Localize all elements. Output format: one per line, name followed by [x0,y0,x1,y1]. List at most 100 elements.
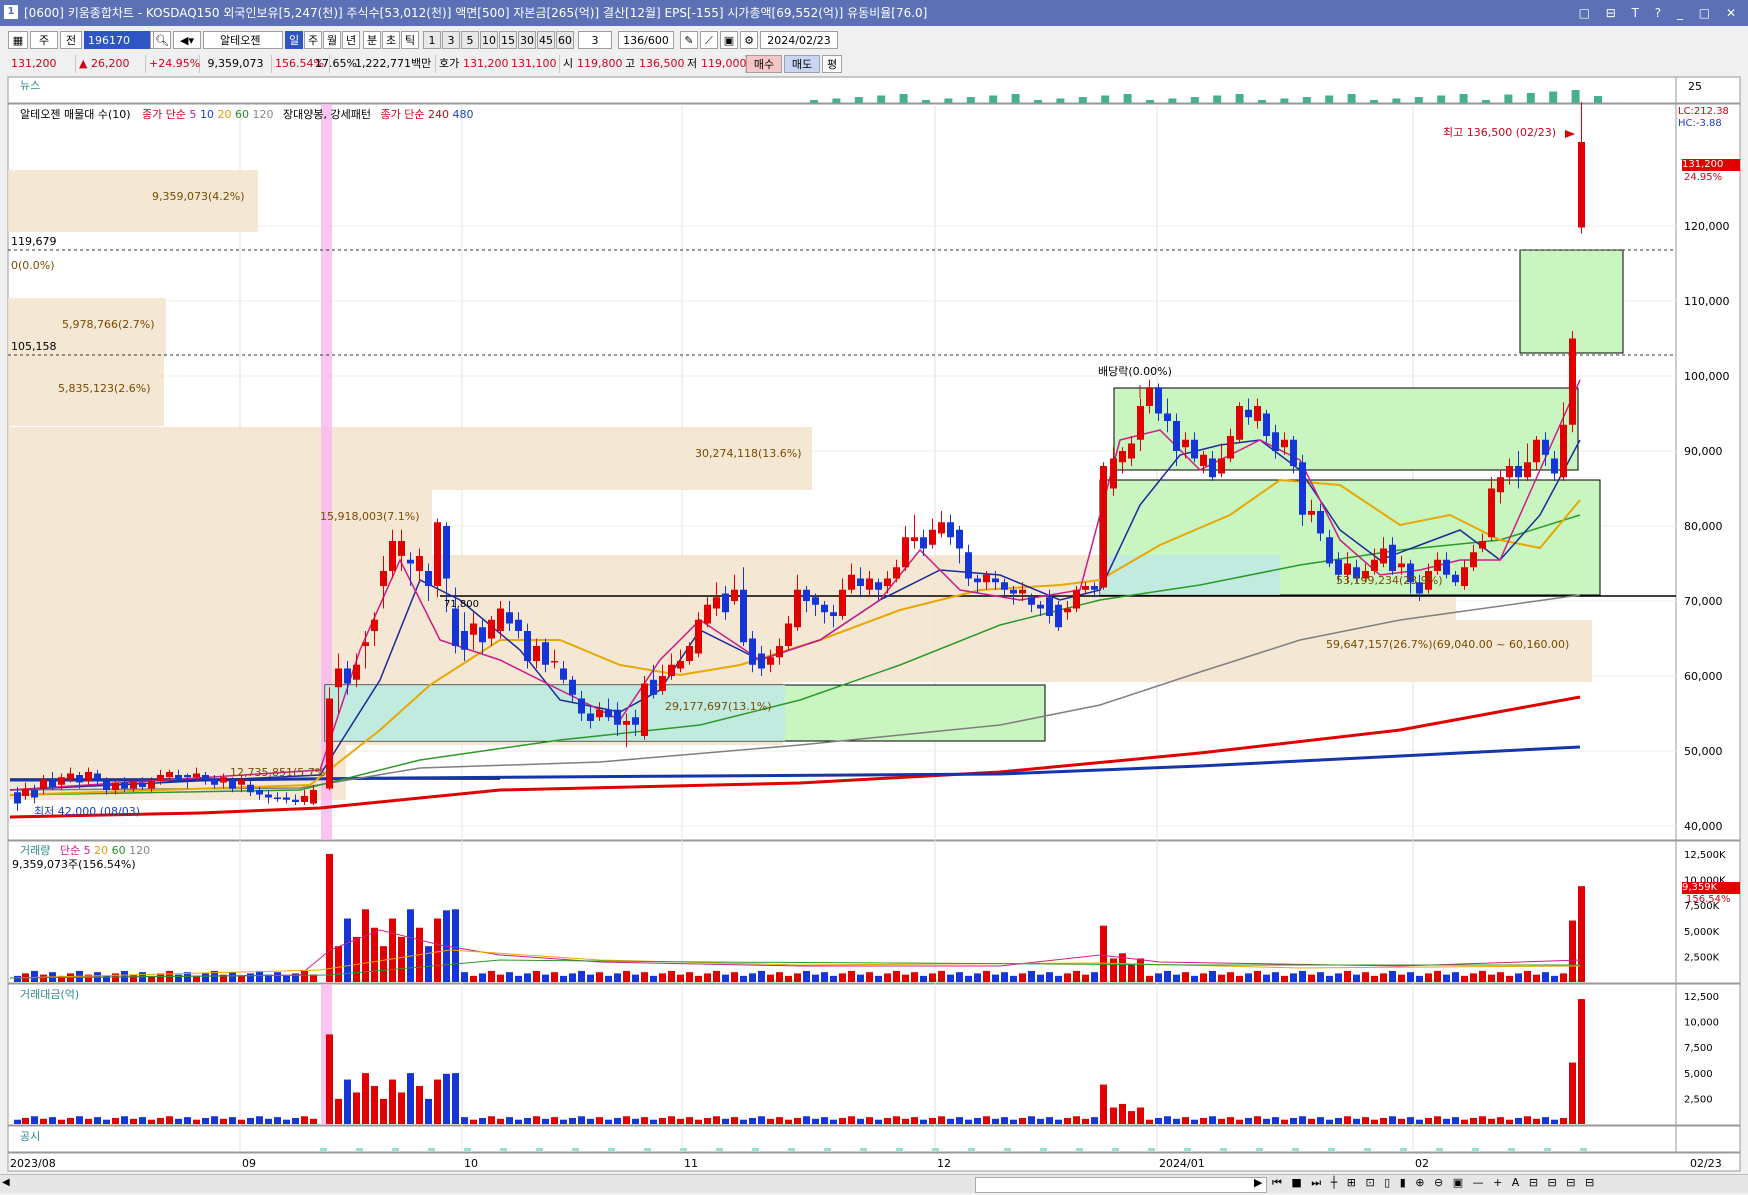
volume-bar [641,972,648,982]
ma-5: 5 [189,108,197,121]
period-day[interactable]: 일 [285,31,303,49]
ma-10: 10 [200,108,215,121]
amount-bar [1272,1117,1279,1124]
chart-nav-controls[interactable]: ▶ ⏮ ■ ⏭ ┼ ⊞ ⊡ ▯ ▮ ⊕ ⊖ ▣ — + A ⊟ ⊟ ⊟ ⊟ [1254,1176,1597,1190]
volume-bar [1200,973,1207,982]
volume-bar [1037,974,1044,982]
amount-bar [839,1117,846,1124]
amount-bar [668,1116,675,1124]
amount-bar [758,1116,765,1124]
amount-bar [632,1118,639,1124]
amount-bar [1155,1117,1162,1124]
minute-45[interactable]: 45 [537,31,555,49]
minute-30[interactable]: 30 [518,31,536,49]
amount-bar [193,1119,200,1124]
period-minute[interactable]: 분 [363,31,381,49]
period-year[interactable]: 년 [342,31,360,49]
save-icon[interactable]: ▣ [720,31,738,49]
stock-chart[interactable]: 120,000 110,000 100,000 90,000 80,000 70,000 6… [0,76,1748,1174]
candle-body [533,646,540,661]
sound-icon[interactable]: ◀▾ [173,31,201,49]
disclosure-panel-title[interactable]: 공시 [20,1128,40,1144]
turnover-rate: 17.65% [315,57,357,70]
period-tick[interactable]: 틱 [401,31,419,49]
amount-bar [1524,1116,1531,1124]
volume-profile-label: 30,274,118(13.6%) [695,447,802,460]
flat-button[interactable]: 평 [822,55,842,73]
candle-body [1506,466,1513,478]
candle-body [704,604,711,624]
period-second[interactable]: 초 [382,31,400,49]
candle-body [292,799,299,802]
count-select[interactable]: 3 [578,31,612,49]
overlay-icon[interactable]: ✎ [680,31,698,49]
candle-body [1389,544,1396,571]
minute-5[interactable]: 5 [461,31,479,49]
amount-bar [256,1116,263,1124]
chart-scrollbar[interactable]: ◀ ▶ ⏮ ■ ⏭ ┼ ⊞ ⊡ ▯ ▮ ⊕ ⊖ ▣ — + A ⊟ ⊟ ⊟ ⊟ [0,1174,1748,1193]
candle-body [1452,574,1459,583]
candle-body [274,797,281,799]
stock-code-input[interactable]: 196170 [84,31,150,49]
news-panel-title[interactable]: 뉴스 [20,77,40,93]
period-month[interactable]: 월 [323,31,341,49]
x-axis-band [7,1152,1741,1172]
zero-label: 0(0.0%) [11,259,55,272]
buy-button[interactable]: 매수 [746,55,782,73]
menu-icon[interactable]: ▦ [8,31,28,49]
volume-bar [794,973,801,982]
amount-bar [785,1119,792,1124]
candle-body [1245,409,1252,418]
window-controls[interactable]: □ ⊟ T ? _ □ ✕ [1579,0,1742,26]
sell-button[interactable]: 매도 [784,55,820,73]
volume-bar [326,854,333,982]
minute-60[interactable]: 60 [556,31,574,49]
amount-bar [1515,1117,1522,1124]
amount-bar [265,1118,272,1124]
volume-bar [776,972,783,982]
current-rate-tag: 24.95% [1684,172,1723,183]
volume-bar [740,975,747,982]
amount-bar [1371,1119,1378,1124]
news-bar [1325,95,1334,103]
news-bar [1258,100,1266,103]
settings-icon[interactable]: ⚙ [740,31,758,49]
stock-name-field[interactable]: 알테오젠 [203,31,283,49]
volume-bar [533,970,540,982]
amount-bar [1064,1117,1071,1124]
period-week[interactable]: 주 [304,31,322,49]
amount-bar [659,1117,666,1124]
volume-bar [992,974,999,982]
candle-body [1037,604,1044,609]
line-icon[interactable]: ⟋ [700,31,718,49]
minute-1[interactable]: 1 [423,31,441,49]
candle-body [713,597,720,609]
news-bar [1213,95,1222,103]
amount-bar [866,1117,873,1124]
scroll-thumb[interactable] [975,1177,1267,1193]
minute-10[interactable]: 10 [480,31,498,49]
disclosure-mark [1364,1148,1371,1151]
news-bar [1392,98,1401,103]
candle-body [1290,439,1297,466]
news-bar [1168,98,1177,103]
volume-bar [1497,972,1504,982]
range-display[interactable]: 136/600 [618,31,674,49]
volume-bar [929,973,936,982]
date-input[interactable]: 2024/02/23 [760,31,838,49]
scroll-left-icon[interactable]: ◀ [2,1177,16,1191]
volume-value-label: 9,359,073주(156.54%) [12,858,136,871]
stock-type-select[interactable]: 주 [30,31,58,49]
x-axis-label: 09 [242,1157,256,1170]
search-icon[interactable]: 🔍︎ [153,31,171,49]
amount-bar [1200,1117,1207,1124]
amount-bar [1119,1103,1126,1124]
volume-bar [1317,972,1324,982]
amount-bar [470,1119,477,1124]
news-bar [1526,93,1535,103]
x-axis-label: 2023/08 [10,1157,56,1170]
market-select[interactable]: 전 [60,31,82,49]
minute-3[interactable]: 3 [442,31,460,49]
candle-body [398,541,405,556]
minute-15[interactable]: 15 [499,31,517,49]
